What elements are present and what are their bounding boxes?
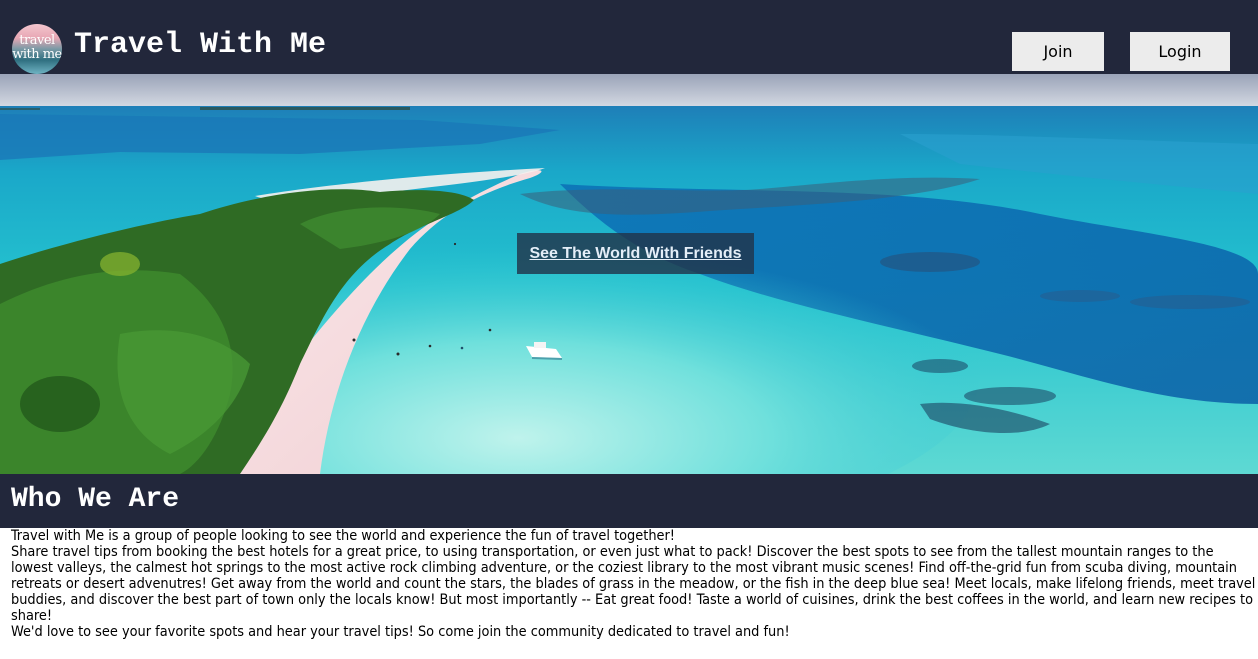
about-title: Who We Are	[11, 484, 180, 515]
hero-cta-link[interactable]: See The World With Friends	[517, 233, 754, 274]
site-header: travel with me Travel With Me Join Login	[0, 0, 1258, 74]
hero-banner: See The World With Friends	[0, 74, 1258, 474]
about-paragraph-closing: We'd love to see your favorite spots and…	[11, 624, 790, 640]
about-content: Travel with Me is a group of people look…	[11, 528, 1257, 640]
about-paragraph-intro: Travel with Me is a group of people look…	[11, 528, 675, 544]
about-paragraph-tips: Share travel tips from booking the best …	[11, 544, 1256, 624]
about-section-header: Who We Are	[0, 474, 1258, 528]
join-button[interactable]: Join	[1012, 32, 1104, 71]
login-button[interactable]: Login	[1130, 32, 1230, 71]
site-logo[interactable]: travel with me	[12, 24, 62, 74]
logo-wordmark: travel with me	[12, 33, 62, 62]
site-title: Travel With Me	[74, 28, 327, 62]
hero-image	[0, 74, 1258, 474]
